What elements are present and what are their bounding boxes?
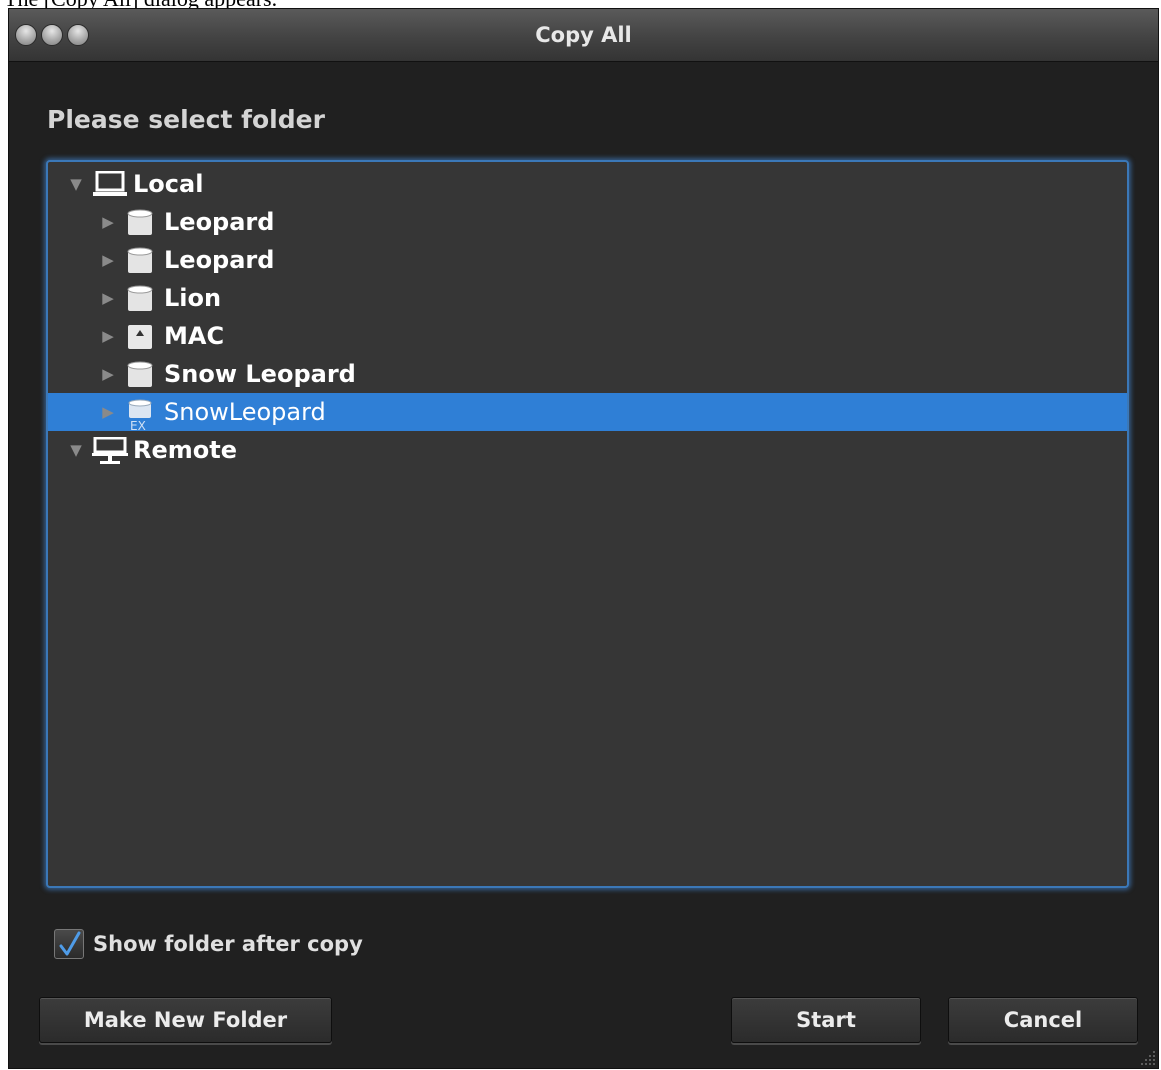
- title-bar[interactable]: Copy All: [9, 9, 1158, 62]
- tree-node-volume-selected[interactable]: ▶ EX SnowLeopard: [48, 393, 1127, 431]
- drive-icon: [127, 247, 153, 273]
- disclosure-collapsed-icon[interactable]: ▶: [98, 203, 118, 241]
- select-folder-heading: Please select folder: [47, 105, 325, 134]
- start-button[interactable]: Start: [731, 997, 921, 1043]
- tree-node-label: Lion: [164, 284, 222, 312]
- disclosure-expanded-icon[interactable]: ▼: [66, 431, 86, 469]
- make-new-folder-button[interactable]: Make New Folder: [39, 997, 332, 1043]
- mac-volume-icon: [128, 325, 152, 349]
- disclosure-expanded-icon[interactable]: ▼: [66, 165, 86, 203]
- disclosure-collapsed-icon[interactable]: ▶: [98, 241, 118, 279]
- drive-icon: [127, 285, 153, 311]
- external-drive-icon: EX: [128, 399, 152, 431]
- drive-icon: [127, 209, 153, 235]
- folder-tree[interactable]: ▼ Local ▶ Leopard ▶ Leopard ▶ Lion ▶ MAC…: [46, 160, 1129, 888]
- network-icon: [92, 437, 128, 464]
- tree-node-volume[interactable]: ▶ Leopard: [48, 241, 1127, 279]
- checkmark-icon: [59, 931, 81, 956]
- tree-node-label: Snow Leopard: [164, 360, 356, 388]
- disclosure-collapsed-icon[interactable]: ▶: [98, 393, 118, 431]
- tree-node-volume[interactable]: ▶ MAC: [48, 317, 1127, 355]
- computer-icon: [93, 171, 127, 196]
- disclosure-collapsed-icon[interactable]: ▶: [98, 279, 118, 317]
- tree-node-label: Leopard: [164, 208, 275, 236]
- tree-node-label: Leopard: [164, 246, 275, 274]
- drive-icon: [127, 361, 153, 387]
- external-badge: EX: [130, 419, 146, 431]
- window-title: Copy All: [535, 23, 632, 47]
- tree-node-label: SnowLeopard: [164, 398, 326, 426]
- resize-grip-icon[interactable]: [1138, 1048, 1156, 1066]
- copy-all-dialog: Copy All Please select folder ▼ Local ▶ …: [8, 8, 1159, 1069]
- tree-node-remote[interactable]: ▼ Remote: [48, 431, 1127, 469]
- show-folder-after-copy-label[interactable]: Show folder after copy: [93, 929, 363, 959]
- disclosure-collapsed-icon[interactable]: ▶: [98, 317, 118, 355]
- disclosure-collapsed-icon[interactable]: ▶: [98, 355, 118, 393]
- cancel-button[interactable]: Cancel: [948, 997, 1138, 1043]
- tree-node-local[interactable]: ▼ Local: [48, 165, 1127, 203]
- tree-node-volume[interactable]: ▶ Snow Leopard: [48, 355, 1127, 393]
- tree-node-volume[interactable]: ▶ Leopard: [48, 203, 1127, 241]
- show-folder-after-copy-checkbox[interactable]: [54, 929, 84, 959]
- tree-node-label: Local: [133, 170, 204, 198]
- tree-node-label: Remote: [133, 436, 238, 464]
- tree-node-label: MAC: [164, 322, 225, 350]
- tree-node-volume[interactable]: ▶ Lion: [48, 279, 1127, 317]
